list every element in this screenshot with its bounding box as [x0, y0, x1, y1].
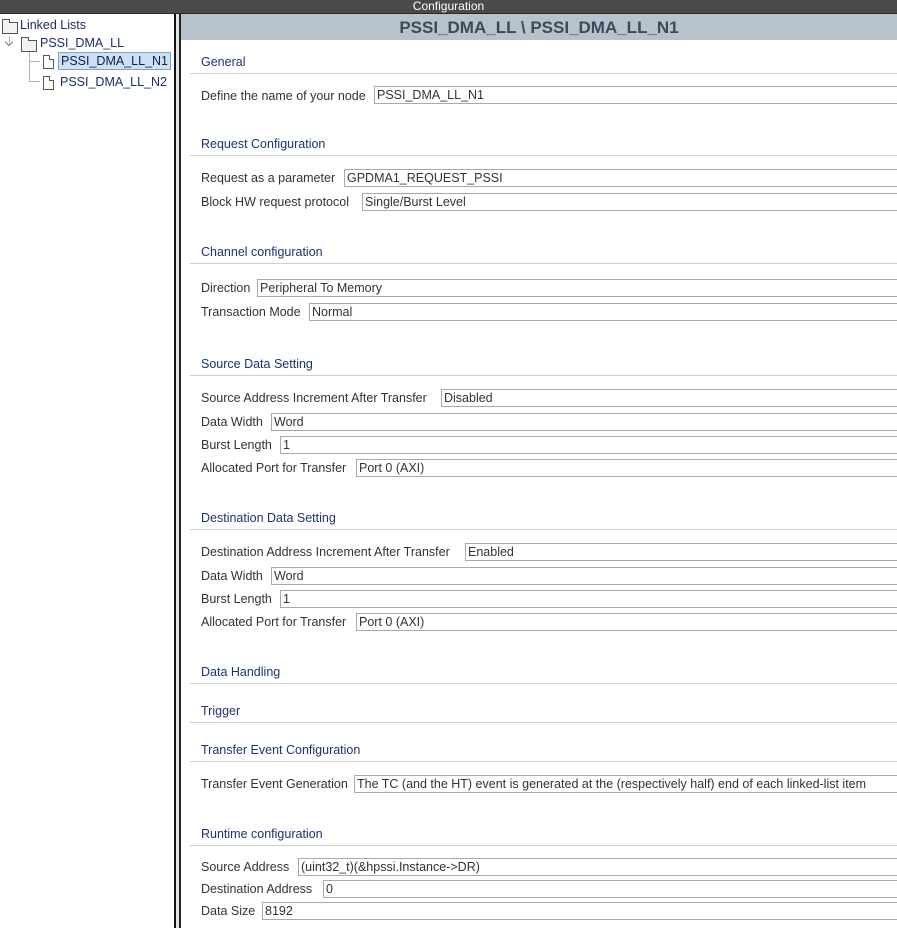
node-name-label: Define the name of your node: [201, 89, 366, 103]
transaction-mode-field[interactable]: Normal: [309, 303, 897, 321]
source-address-label: Source Address: [201, 860, 290, 874]
destination-data-width-label: Data Width: [201, 569, 263, 583]
section-general[interactable]: General: [201, 54, 245, 70]
tree-node-label: PSSI_DMA_LL_N2: [60, 75, 168, 89]
section-divider: [190, 761, 897, 762]
destination-burst-length-field[interactable]: 1: [280, 590, 897, 608]
direction-field[interactable]: Peripheral To Memory: [257, 279, 897, 297]
source-increment-field[interactable]: Disabled: [441, 389, 897, 407]
destination-address-label: Destination Address: [201, 882, 313, 896]
section-channel-configuration[interactable]: Channel configuration: [201, 244, 323, 260]
section-divider: [190, 263, 897, 264]
section-trigger[interactable]: Trigger: [201, 703, 240, 719]
source-burst-length-field[interactable]: 1: [280, 436, 897, 454]
configuration-panel: PSSI_DMA_LL \ PSSI_DMA_LL_N1 General Def…: [181, 14, 897, 928]
destination-increment-label: Destination Address Increment After Tran…: [201, 545, 450, 559]
tree-item-node-n2[interactable]: PSSI_DMA_LL_N2: [0, 73, 169, 91]
request-parameter-field[interactable]: GPDMA1_REQUEST_PSSI: [344, 169, 897, 187]
section-divider: [190, 722, 897, 723]
section-divider: [190, 529, 897, 530]
tree-item-pssi-dma-ll[interactable]: PSSI_DMA_LL: [0, 34, 126, 52]
transfer-event-generation-label: Transfer Event Generation: [201, 777, 348, 791]
section-runtime-configuration[interactable]: Runtime configuration: [201, 826, 323, 842]
linked-list-tree: Linked Lists PSSI_DMA_LL PSSI_DMA_LL_N1 …: [0, 14, 174, 928]
source-burst-length-label: Burst Length: [201, 438, 272, 452]
direction-label: Direction: [201, 281, 251, 295]
source-data-width-label: Data Width: [201, 415, 263, 429]
section-destination-data-setting[interactable]: Destination Data Setting: [201, 510, 336, 526]
tree-node-label: PSSI_DMA_LL_N1: [58, 52, 172, 70]
section-divider: [190, 375, 897, 376]
document-icon: [43, 76, 54, 90]
source-increment-label: Source Address Increment After Transfer: [201, 391, 427, 405]
source-port-field[interactable]: Port 0 (AXI): [356, 459, 897, 477]
chevron-down-icon[interactable]: [4, 37, 14, 47]
block-hw-request-label: Block HW request protocol: [201, 195, 349, 209]
transfer-event-generation-field[interactable]: The TC (and the HT) event is generated a…: [354, 775, 897, 793]
tree-root-label: Linked Lists: [20, 18, 87, 32]
folder-icon: [2, 19, 18, 34]
tree-list-label: PSSI_DMA_LL: [40, 36, 125, 50]
source-address-field[interactable]: (uint32_t)(&hpssi.Instance->DR): [298, 858, 897, 876]
block-hw-request-field[interactable]: Single/Burst Level: [362, 193, 897, 211]
destination-increment-field[interactable]: Enabled: [465, 543, 897, 561]
destination-port-field[interactable]: Port 0 (AXI): [356, 613, 897, 631]
request-parameter-label: Request as a parameter: [201, 171, 336, 185]
destination-address-field[interactable]: 0: [323, 880, 897, 898]
tree-root-linked-lists[interactable]: Linked Lists: [0, 16, 88, 34]
section-divider: [190, 845, 897, 846]
data-size-label: Data Size: [201, 904, 256, 918]
destination-burst-length-label: Burst Length: [201, 592, 272, 606]
section-source-data-setting[interactable]: Source Data Setting: [201, 356, 313, 372]
document-icon: [43, 55, 54, 69]
window-title: Configuration: [0, 0, 897, 13]
section-divider: [190, 73, 897, 74]
tree-item-node-n1[interactable]: PSSI_DMA_LL_N1: [0, 52, 172, 70]
destination-port-label: Allocated Port for Transfer: [201, 615, 347, 629]
section-transfer-event-configuration[interactable]: Transfer Event Configuration: [201, 742, 360, 758]
section-divider: [190, 683, 897, 684]
source-data-width-field[interactable]: Word: [271, 413, 897, 431]
section-data-handling[interactable]: Data Handling: [201, 664, 280, 680]
source-port-label: Allocated Port for Transfer: [201, 461, 347, 475]
folder-icon: [21, 37, 37, 52]
section-request-configuration[interactable]: Request Configuration: [201, 136, 325, 152]
data-size-field[interactable]: 8192: [262, 902, 897, 920]
transaction-mode-label: Transaction Mode: [201, 305, 301, 319]
destination-data-width-field[interactable]: Word: [271, 567, 897, 585]
section-divider: [190, 155, 897, 156]
node-name-field[interactable]: PSSI_DMA_LL_N1: [374, 86, 897, 104]
panel-header: PSSI_DMA_LL \ PSSI_DMA_LL_N1: [181, 14, 897, 40]
